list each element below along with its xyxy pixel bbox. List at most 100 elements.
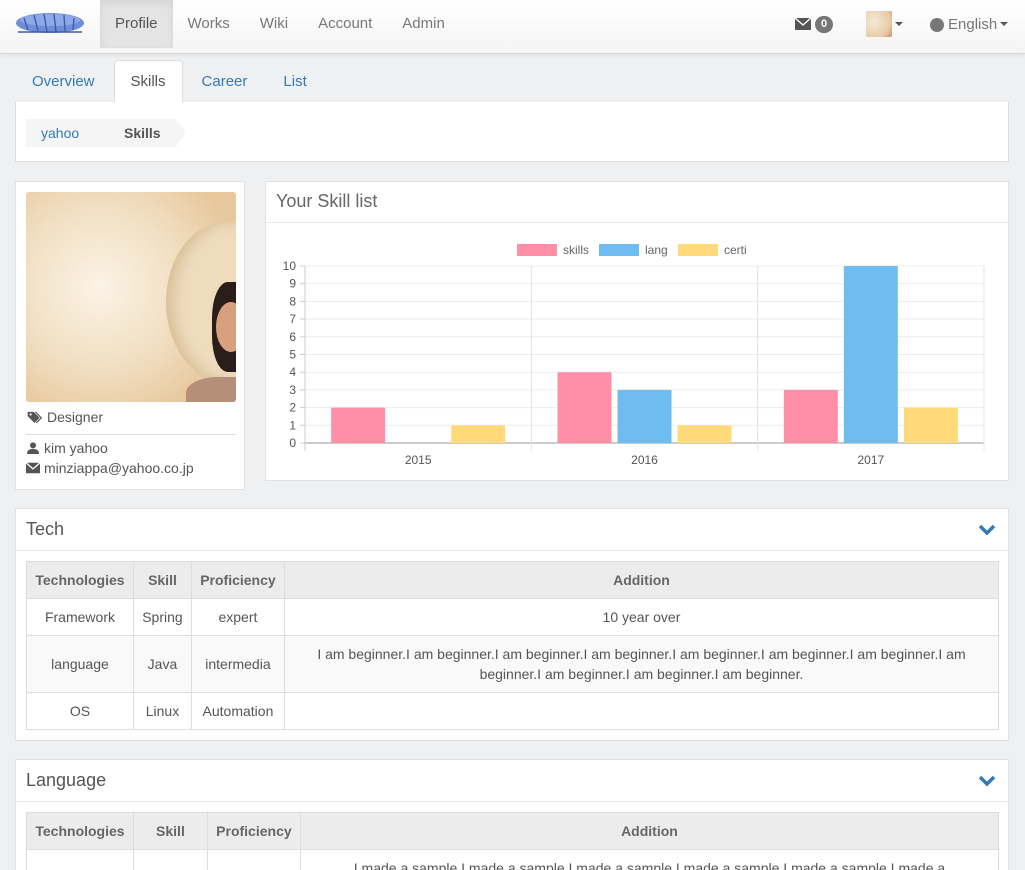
table-row: OS Linux Automation	[26, 692, 1000, 730]
legend-label: lang	[645, 243, 668, 257]
breadcrumb-item-current: Skills	[100, 119, 186, 147]
user-icon	[27, 442, 39, 454]
tech-table: Technologies Skill Proficiency Addition Fram…	[26, 561, 1000, 730]
avatar	[866, 11, 892, 37]
name-row: kim yahoo	[26, 440, 108, 456]
table-cell: I am beginner.I am beginner.I am beginne…	[283, 635, 1000, 693]
main-nav: Profile Works Wiki Account Admin	[100, 0, 460, 48]
table-cell: Framework	[26, 598, 134, 636]
email-row: minziappa@yahoo.co.jp	[26, 460, 194, 476]
language-panel-header[interactable]: Language	[16, 760, 1008, 802]
mail-button[interactable]: 0	[795, 0, 834, 48]
role-row: Designer	[26, 409, 103, 425]
bar-lang-2016	[617, 389, 672, 443]
bar-certi-2015	[451, 425, 506, 443]
tab-list[interactable]: List	[266, 60, 323, 103]
y-tick-label: 6	[289, 330, 296, 344]
profile-tabs: Overview Skills Career List	[15, 60, 1009, 104]
language-label: English	[948, 15, 998, 33]
nav-item-profile[interactable]: Profile	[100, 0, 173, 48]
nav-item-account[interactable]: Account	[303, 0, 387, 48]
column-header: Technologies	[26, 561, 134, 599]
bar-skills-2015	[331, 407, 386, 443]
divider	[26, 434, 236, 435]
column-header: Skill	[132, 812, 208, 850]
logo-icon[interactable]	[14, 10, 86, 36]
column-header: Addition	[283, 561, 1000, 599]
breadcrumb-item-home[interactable]: yahoo	[26, 119, 112, 147]
table-cell: English	[26, 849, 134, 870]
y-tick-label: 2	[289, 401, 296, 415]
y-tick-label: 9	[289, 277, 296, 291]
tech-panel-header[interactable]: Tech	[16, 509, 1008, 551]
language-title: Language	[26, 770, 107, 790]
table-row: Englishreading샘플을 만듦I made a sample.I ma…	[26, 849, 1000, 870]
tech-panel: Tech Technologies Skill Proficiency Additio…	[15, 508, 1009, 741]
y-tick-label: 4	[289, 365, 296, 379]
profile-role: Designer	[47, 409, 104, 425]
y-tick-label: 7	[289, 312, 296, 326]
chevron-down-icon	[1000, 22, 1009, 26]
bar-skills-2017	[783, 389, 838, 443]
table-cell: 샘플을 만듦	[206, 849, 301, 870]
y-tick-label: 10	[283, 259, 297, 273]
table-cell: Java	[132, 635, 192, 693]
chevron-down-icon[interactable]	[978, 524, 996, 536]
profile-card: Designer kim yahoo minziappa@yahoo.co.jp	[15, 181, 245, 490]
column-header: Skill	[132, 561, 192, 599]
globe-icon	[930, 18, 944, 32]
table-header-row: Technologies Skill Proficiency Addition	[26, 561, 1000, 599]
nav-item-wiki[interactable]: Wiki	[245, 0, 303, 48]
bar-skills-2016	[557, 372, 612, 443]
y-tick-label: 3	[289, 383, 296, 397]
column-header: Addition	[299, 812, 1000, 850]
tab-skills[interactable]: Skills	[113, 60, 183, 104]
envelope-icon	[26, 462, 40, 474]
table-cell: 10 year over	[283, 598, 1000, 636]
table-cell: Linux	[132, 692, 192, 730]
chevron-down-icon	[895, 22, 903, 26]
skill-bar-chart: skills lang certi 0 1 2 3 4 5 6 7 8 9 10 2015 2016 2017	[283, 243, 985, 467]
nav-item-works[interactable]: Works	[173, 0, 245, 48]
tab-career[interactable]: Career	[185, 60, 265, 103]
nav-item-admin[interactable]: Admin	[387, 0, 460, 48]
mail-count-badge: 0	[815, 15, 834, 33]
table-row: language Java intermedia I am beginner.I am…	[26, 635, 1000, 693]
profile-email: minziappa@yahoo.co.jp	[44, 460, 194, 476]
column-header: Proficiency	[190, 561, 285, 599]
panel-title: Your Skill list	[266, 182, 1008, 223]
chevron-down-icon[interactable]	[978, 775, 996, 787]
profile-photo	[26, 192, 236, 402]
table-cell	[283, 692, 1000, 730]
y-tick-label: 8	[289, 294, 296, 308]
language-panel: Language Technologies Skill Proficiency Add…	[15, 759, 1009, 870]
tech-title: Tech	[26, 519, 65, 539]
skill-chart-panel: Your Skill list skills lang certi 0 1 2 3 4 5 6 7 8…	[265, 181, 1009, 481]
breadcrumb: yahoo Skills	[15, 102, 1009, 162]
bar-lang-2017	[843, 266, 898, 443]
table-cell: expert	[190, 598, 285, 636]
tab-overview[interactable]: Overview	[15, 60, 112, 103]
bar-certi-2017	[903, 407, 958, 443]
column-header: Technologies	[26, 812, 134, 850]
column-header: Proficiency	[206, 812, 301, 850]
legend-swatch	[678, 244, 718, 256]
table-cell: intermedia	[190, 635, 285, 693]
profile-name: kim yahoo	[44, 440, 108, 456]
language-dropdown[interactable]: English	[930, 0, 1009, 48]
x-tick-label: 2016	[631, 453, 658, 467]
top-navbar: Profile Works Wiki Account Admin 0 English	[0, 0, 1025, 54]
legend-swatch	[517, 244, 557, 256]
bar-certi-2016	[677, 425, 732, 443]
table-row: Framework Spring expert 10 year over	[26, 598, 1000, 636]
table-cell: I made a sample.I made a sample.I made a…	[299, 849, 1000, 870]
x-tick-label: 2015	[405, 453, 432, 467]
table-cell: Spring	[132, 598, 192, 636]
legend-label: skills	[563, 243, 589, 257]
y-tick-label: 0	[289, 436, 296, 450]
user-menu[interactable]	[866, 0, 903, 48]
legend-swatch	[599, 244, 639, 256]
legend-label: certi	[724, 243, 747, 257]
table-cell: language	[26, 635, 134, 693]
table-cell: reading	[132, 849, 208, 870]
